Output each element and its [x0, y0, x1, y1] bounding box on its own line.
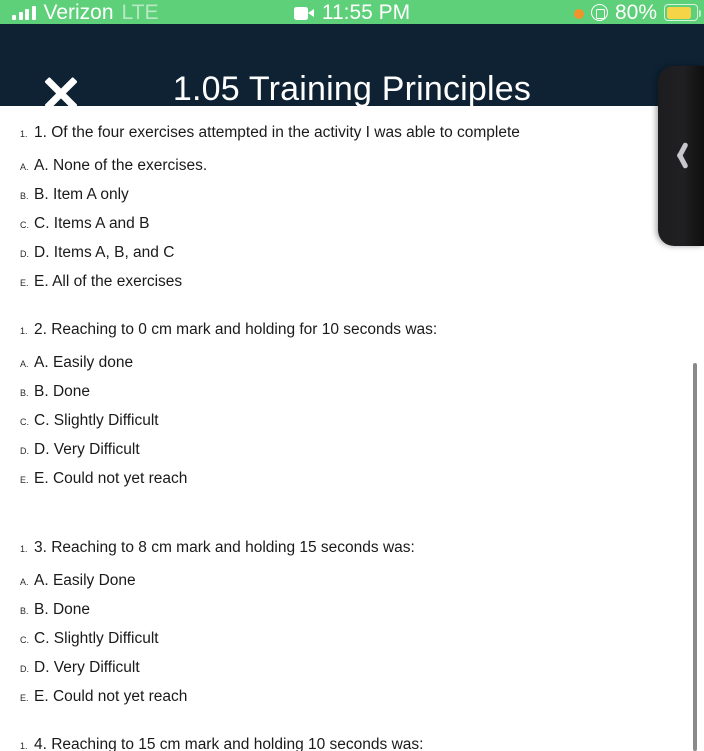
option-marker: B. [20, 191, 29, 201]
option-text: C. Slightly Difficult [34, 412, 159, 429]
answer-option[interactable]: A. A. Easily Done [0, 571, 704, 591]
option-marker: D. [20, 446, 29, 456]
option-text: B. Done [34, 601, 91, 618]
question-marker: 1. [20, 741, 28, 751]
question-row: 1. 4. Reaching to 15 cm mark and holding … [0, 735, 704, 751]
option-marker: B. [20, 606, 29, 616]
question-row: 1. 2. Reaching to 0 cm mark and holding f… [0, 320, 704, 340]
option-marker: D. [20, 664, 29, 674]
app-screen: Verizon LTE 11:55 PM 80% 1.05 Training P… [0, 0, 704, 751]
answer-option[interactable]: E. E. Could not yet reach [0, 687, 704, 707]
page-title: 1.05 Training Principles [172, 70, 532, 108]
option-text: D. Very Difficult [34, 441, 140, 458]
option-marker: C. [20, 417, 29, 427]
question-list: 1. 1. Of the four exercises attempted in … [0, 123, 704, 751]
question-marker: 1. [20, 129, 28, 139]
option-marker: E. [20, 475, 29, 485]
option-marker: A. [20, 162, 29, 172]
status-bar: Verizon LTE 11:55 PM 80% [0, 0, 704, 24]
option-marker: E. [20, 693, 29, 703]
option-marker: A. [20, 577, 29, 587]
question-text: 3. Reaching to 8 cm mark and holding 15 … [34, 539, 415, 556]
option-text: C. Slightly Difficult [34, 630, 159, 647]
question-row: 1. 1. Of the four exercises attempted in … [0, 123, 704, 143]
answer-option[interactable]: C. C. Slightly Difficult [0, 629, 704, 649]
option-text: C. Items A and B [34, 215, 150, 232]
question-block: 1. 3. Reaching to 8 cm mark and holding 1… [0, 538, 704, 707]
answer-option[interactable]: B. B. Done [0, 600, 704, 620]
battery-percent-label: 80% [614, 1, 657, 24]
question-text: 2. Reaching to 0 cm mark and holding for… [34, 321, 438, 338]
answer-option[interactable]: A. A. None of the exercises. [0, 156, 704, 176]
question-block: 1. 2. Reaching to 0 cm mark and holding f… [0, 320, 704, 489]
answer-option[interactable]: B. B. Item A only [0, 185, 704, 205]
answer-option[interactable]: C. C. Items A and B [0, 214, 704, 234]
option-marker: B. [20, 388, 29, 398]
vertical-scrollbar[interactable] [693, 363, 697, 751]
option-text: B. Done [34, 383, 91, 400]
option-marker: C. [20, 635, 29, 645]
question-row: 1. 3. Reaching to 8 cm mark and holding 1… [0, 538, 704, 558]
video-camera-icon [293, 7, 314, 20]
question-marker: 1. [20, 326, 28, 336]
option-text: B. Item A only [34, 186, 129, 203]
app-header: 1.05 Training Principles [0, 24, 704, 111]
chevron-left-icon [672, 141, 689, 170]
question-block: 1. 1. Of the four exercises attempted in … [0, 123, 704, 292]
answer-option[interactable]: C. C. Slightly Difficult [0, 411, 704, 431]
option-text: A. Easily Done [34, 572, 136, 589]
quiz-content[interactable]: 1. 1. Of the four exercises attempted in … [0, 106, 704, 751]
option-marker: A. [20, 359, 29, 369]
option-text: E. All of the exercises [34, 273, 183, 290]
question-text: 4. Reaching to 15 cm mark and holding 10… [34, 736, 424, 751]
question-marker: 1. [20, 544, 28, 554]
option-text: A. None of the exercises. [34, 157, 208, 174]
option-text: A. Easily done [34, 354, 134, 371]
rotation-lock-icon [590, 4, 608, 21]
option-text: E. Could not yet reach [34, 688, 188, 705]
answer-option[interactable]: E. E. Could not yet reach [0, 469, 704, 489]
option-marker: E. [20, 278, 29, 288]
option-text: D. Very Difficult [34, 659, 140, 676]
answer-option[interactable]: D. D. Very Difficult [0, 658, 704, 678]
answer-option[interactable]: D. D. Items A, B, and C [0, 243, 704, 263]
option-marker: C. [20, 220, 29, 230]
answer-option[interactable]: E. E. All of the exercises [0, 272, 704, 292]
option-text: E. Could not yet reach [34, 470, 188, 487]
question-block: 1. 4. Reaching to 15 cm mark and holding … [0, 735, 704, 751]
drawer-handle[interactable] [658, 66, 704, 246]
microphone-in-use-dot-icon [573, 9, 584, 19]
answer-option[interactable]: B. B. Done [0, 382, 704, 402]
answer-option[interactable]: A. A. Easily done [0, 353, 704, 373]
battery-icon [664, 4, 701, 21]
clock-label: 11:55 PM [321, 1, 411, 24]
answer-option[interactable]: D. D. Very Difficult [0, 440, 704, 460]
status-bar-right: 80% [573, 0, 701, 24]
option-text: D. Items A, B, and C [34, 244, 175, 261]
question-text: 1. Of the four exercises attempted in th… [34, 124, 520, 141]
option-marker: D. [20, 249, 29, 259]
